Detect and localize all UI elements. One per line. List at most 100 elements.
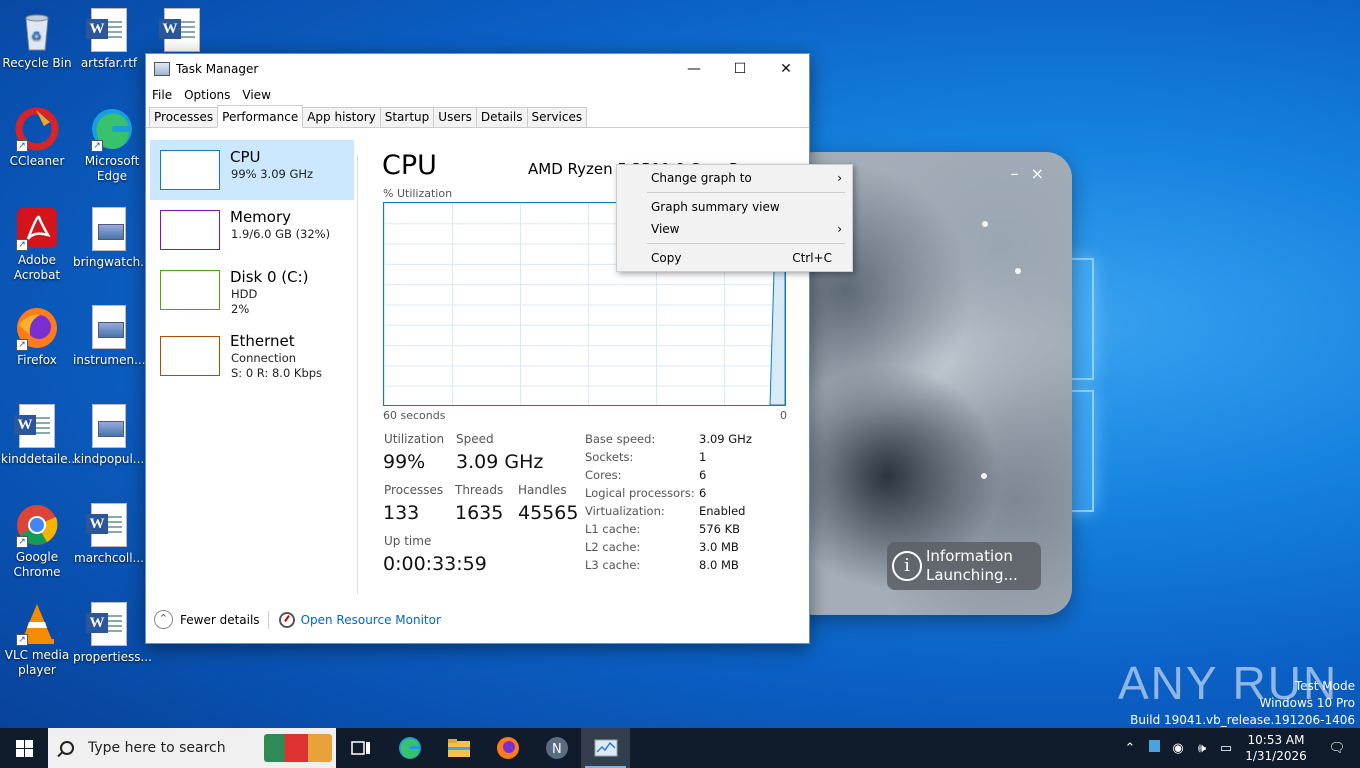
loading-dot bbox=[1015, 268, 1021, 274]
acrobat-icon: ↗ bbox=[14, 205, 60, 251]
sidebar-item-disk[interactable]: Disk 0 (C:) HDD 2% bbox=[150, 260, 354, 320]
task-manager-taskbar-icon[interactable] bbox=[581, 728, 630, 768]
network-icon[interactable]: ▭ bbox=[1214, 741, 1238, 756]
menu-item-view[interactable]: View › bbox=[617, 218, 852, 240]
spec-value: 3.0 MB bbox=[699, 540, 739, 554]
graph-title: CPU bbox=[382, 150, 437, 181]
sidebar-item-detail: 99% 3.09 GHz bbox=[231, 167, 314, 181]
tab-services[interactable]: Services bbox=[526, 107, 588, 127]
spec-value: 1 bbox=[699, 450, 707, 464]
sidebar-item-cpu[interactable]: CPU 99% 3.09 GHz bbox=[150, 140, 354, 200]
desktop-icon-marchcoll[interactable]: W marchcoll... bbox=[73, 503, 145, 566]
desktop-icon-propertiess[interactable]: W propertiess... bbox=[73, 602, 152, 665]
fewer-details-button[interactable]: Fewer details bbox=[180, 613, 260, 627]
search-icon bbox=[60, 741, 74, 755]
word-document-icon: W bbox=[86, 602, 132, 648]
loading-dot bbox=[981, 473, 987, 479]
volume-icon[interactable]: 🕪 bbox=[1190, 741, 1214, 756]
sidebar-item-detail: HDD 2% bbox=[231, 287, 258, 316]
app-n-taskbar-icon[interactable]: N bbox=[532, 728, 581, 768]
desktop-icon-firefox[interactable]: ↗ Firefox bbox=[1, 305, 73, 368]
spec-key: L2 cache: bbox=[585, 540, 641, 554]
tab-bar: Processes Performance App history Startu… bbox=[146, 105, 809, 128]
minimize-button[interactable]: — bbox=[671, 54, 717, 84]
chevron-right-icon: › bbox=[837, 222, 842, 236]
desktop-icon-vlc[interactable]: ↗ VLC media player bbox=[1, 600, 73, 678]
chevron-up-icon[interactable]: ⌃ bbox=[1118, 741, 1142, 756]
performance-sidebar: CPU 99% 3.09 GHz Memory 1.9/6.0 GB (32%)… bbox=[149, 140, 354, 588]
desktop-icon-ccleaner[interactable]: ↗ CCleaner bbox=[1, 106, 73, 169]
spec-value: 8.0 MB bbox=[699, 558, 739, 572]
menu-item-graph-summary-view[interactable]: Graph summary view bbox=[617, 196, 852, 218]
notifications-icon[interactable]: 🗨 bbox=[1314, 741, 1360, 756]
desktop-icon-bringwatch[interactable]: bringwatch... bbox=[73, 207, 152, 270]
start-button[interactable] bbox=[0, 728, 48, 768]
processes-label: Processes bbox=[384, 483, 444, 497]
disk-thumbnail-graph bbox=[160, 270, 220, 310]
svg-text:♻: ♻ bbox=[31, 29, 42, 43]
window-title: Task Manager bbox=[176, 62, 259, 76]
desktop-icon-word-doc[interactable]: W bbox=[146, 8, 218, 56]
firefox-taskbar-icon[interactable] bbox=[483, 728, 532, 768]
title-bar[interactable]: Task Manager — ☐ ✕ bbox=[146, 54, 809, 84]
footer-bar: ⌃ Fewer details Open Resource Monitor bbox=[154, 610, 441, 629]
loading-dot bbox=[982, 221, 988, 227]
desktop-icon-kindpopul[interactable]: kindpopul... bbox=[73, 404, 145, 467]
sidebar-item-detail: 1.9/6.0 GB (32%) bbox=[231, 227, 331, 241]
speed-label: Speed bbox=[456, 432, 494, 446]
tab-app-history[interactable]: App history bbox=[302, 107, 381, 127]
sidebar-item-title: CPU bbox=[230, 148, 261, 166]
menu-file[interactable]: File bbox=[152, 88, 172, 102]
menu-view[interactable]: View bbox=[242, 88, 270, 102]
menu-separator bbox=[647, 243, 845, 244]
vlc-icon: ↗ bbox=[14, 600, 60, 646]
desktop-icon-recycle-bin[interactable]: ♻ Recycle Bin bbox=[1, 8, 73, 71]
menu-item-copy[interactable]: Copy Ctrl+C bbox=[617, 247, 852, 269]
chevron-right-icon: › bbox=[837, 171, 842, 185]
tab-processes[interactable]: Processes bbox=[149, 107, 219, 127]
uptime-label: Up time bbox=[384, 534, 432, 548]
close-button[interactable]: ✕ bbox=[763, 54, 809, 84]
spec-key: Logical processors: bbox=[585, 486, 695, 500]
desktop-icon-instrumen[interactable]: instrumen... bbox=[73, 305, 146, 368]
camera-icon[interactable]: ◉ bbox=[1166, 741, 1190, 756]
tab-performance[interactable]: Performance bbox=[217, 105, 304, 128]
task-manager-window[interactable]: Task Manager — ☐ ✕ File Options View Pro… bbox=[145, 53, 810, 644]
menu-item-change-graph-to[interactable]: Change graph to › bbox=[617, 167, 852, 189]
chevron-up-icon[interactable]: ⌃ bbox=[154, 610, 173, 629]
tray-app-icon[interactable] bbox=[1142, 740, 1166, 756]
desktop-icon-edge[interactable]: ↗ Microsoft Edge bbox=[76, 106, 148, 184]
open-resource-monitor-link[interactable]: Open Resource Monitor bbox=[301, 613, 441, 627]
spec-value: Enabled bbox=[699, 504, 746, 518]
launch-window-buttons[interactable]: –× bbox=[1011, 164, 1056, 183]
cpu-thumbnail-graph bbox=[160, 150, 220, 190]
spec-value: 6 bbox=[699, 486, 707, 500]
firefox-icon: ↗ bbox=[14, 305, 60, 351]
clock[interactable]: 10:53 AM 1/31/2026 bbox=[1238, 732, 1314, 764]
file-explorer-icon[interactable] bbox=[434, 728, 483, 768]
desktop-icon-chrome[interactable]: ↗ Google Chrome bbox=[1, 502, 73, 580]
tab-startup[interactable]: Startup bbox=[379, 107, 435, 127]
maximize-button[interactable]: ☐ bbox=[717, 54, 763, 84]
tab-details[interactable]: Details bbox=[475, 107, 528, 127]
svg-text:N: N bbox=[552, 742, 562, 757]
graph-zero-label: 0 bbox=[780, 409, 787, 422]
info-status: Launching... bbox=[926, 566, 1018, 584]
desktop-icon-acrobat[interactable]: ↗ Adobe Acrobat bbox=[1, 205, 73, 283]
task-view-icon[interactable] bbox=[336, 728, 385, 768]
edge-taskbar-icon[interactable] bbox=[385, 728, 434, 768]
taskbar: Type here to search N ⌃ ◉ 🕪 ▭ 10:53 AM 1… bbox=[0, 728, 1360, 768]
copy-shortcut: Ctrl+C bbox=[792, 251, 832, 265]
desktop-icon-artsfar[interactable]: W artsfar.rtf bbox=[73, 8, 145, 71]
menu-options[interactable]: Options bbox=[184, 88, 230, 102]
info-title: Information bbox=[926, 547, 1013, 565]
taskbar-search-box[interactable]: Type here to search bbox=[48, 728, 336, 768]
tab-users[interactable]: Users bbox=[433, 107, 477, 127]
sidebar-item-title: Memory bbox=[230, 208, 292, 226]
ccleaner-icon: ↗ bbox=[14, 106, 60, 152]
sidebar-item-memory[interactable]: Memory 1.9/6.0 GB (32%) bbox=[150, 200, 354, 260]
sidebar-item-ethernet[interactable]: Ethernet Connection S: 0 R: 8.0 Kbps bbox=[150, 326, 354, 386]
image-file-icon bbox=[86, 305, 132, 351]
image-file-icon bbox=[86, 404, 132, 450]
desktop-icon-kinddetaile[interactable]: W kinddetaile... bbox=[1, 404, 79, 467]
